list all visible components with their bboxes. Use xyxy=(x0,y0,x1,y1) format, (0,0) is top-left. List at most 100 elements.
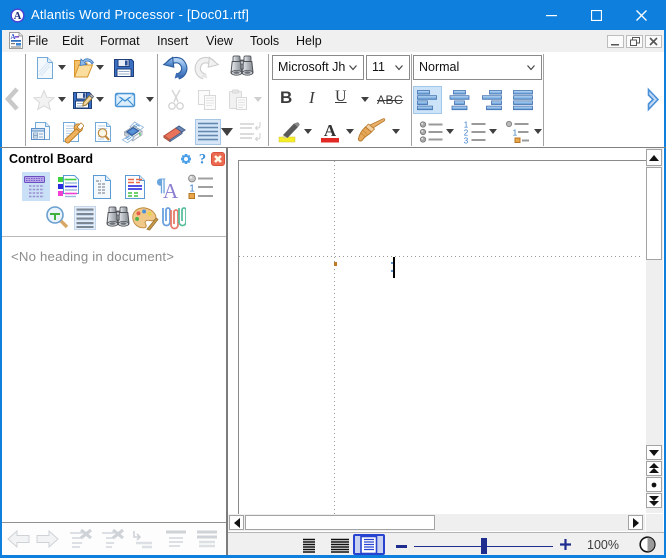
align-left-button[interactable] xyxy=(413,86,442,114)
bullets-button[interactable] xyxy=(419,120,445,144)
underline-dropdown[interactable] xyxy=(361,97,369,102)
chevron-down-icon xyxy=(527,64,535,72)
close-panel-icon[interactable] xyxy=(211,152,225,166)
toolbar-scroll-right-icon[interactable] xyxy=(645,87,662,112)
menu-tools[interactable]: Tools xyxy=(250,30,279,52)
paste-dropdown[interactable] xyxy=(254,97,262,102)
align-center-button[interactable] xyxy=(449,88,470,112)
multilevel-list-dropdown[interactable] xyxy=(534,129,542,134)
help-icon[interactable]: ? xyxy=(197,151,208,166)
panel-splitter[interactable] xyxy=(226,148,228,555)
strikethrough-button[interactable]: ABC xyxy=(377,93,403,107)
zoom-slider-thumb[interactable] xyxy=(481,538,487,554)
svg-text:A: A xyxy=(163,179,179,200)
gear-icon[interactable] xyxy=(179,152,193,166)
font-size-combobox[interactable]: 11 xyxy=(366,55,410,80)
save-special-button[interactable] xyxy=(71,88,95,112)
control-board-tab-list-topics[interactable]: 1 xyxy=(187,172,215,201)
control-board-tab-paragraphs[interactable] xyxy=(71,203,99,232)
menu-format[interactable]: Format xyxy=(100,30,140,52)
delete-subheadings-button xyxy=(100,527,126,551)
horizontal-scrollbar[interactable] xyxy=(228,514,645,531)
close-button[interactable] xyxy=(624,0,658,30)
send-mail-button[interactable] xyxy=(113,88,137,112)
control-board-tab-styles[interactable] xyxy=(121,172,149,201)
menu-help[interactable]: Help xyxy=(296,30,322,52)
align-justify-button[interactable] xyxy=(513,88,534,112)
minimize-button[interactable] xyxy=(534,0,568,30)
font-color-dropdown[interactable] xyxy=(346,129,354,134)
maximize-button[interactable] xyxy=(579,0,613,30)
browse-object-button[interactable] xyxy=(646,477,662,492)
control-board-tab-palette[interactable] xyxy=(131,203,159,232)
find-button[interactable] xyxy=(229,55,255,79)
new-document-dropdown[interactable] xyxy=(58,65,66,70)
style-combobox[interactable]: Normal xyxy=(413,55,542,80)
control-board-tab-fields[interactable] xyxy=(88,172,116,201)
mdi-restore-button[interactable] xyxy=(626,35,643,48)
toolbar-scroll-left-icon[interactable] xyxy=(4,86,21,112)
multilevel-list-button[interactable]: 1 xyxy=(505,120,531,144)
format-painter-button[interactable] xyxy=(356,118,386,144)
vertical-scrollbar-thumb[interactable] xyxy=(646,167,662,260)
scroll-right-button[interactable] xyxy=(628,515,643,530)
document-area[interactable] xyxy=(228,148,646,514)
vertical-scrollbar[interactable] xyxy=(646,148,663,513)
align-right-button[interactable] xyxy=(481,88,502,112)
contrast-toggle-icon[interactable] xyxy=(639,536,656,553)
paragraph-format-button[interactable] xyxy=(195,119,221,145)
zoom-percentage[interactable]: 100% xyxy=(587,538,619,552)
send-mail-dropdown[interactable] xyxy=(146,97,154,102)
control-board-tab-clips[interactable] xyxy=(158,203,186,232)
new-document-button[interactable] xyxy=(33,56,57,80)
format-painter-dropdown[interactable] xyxy=(392,129,400,134)
open-dropdown[interactable] xyxy=(96,65,104,70)
underline-button[interactable]: U xyxy=(335,88,347,106)
previous-page-button[interactable] xyxy=(646,461,662,476)
cut-button xyxy=(164,88,188,112)
print-button[interactable] xyxy=(121,120,145,144)
control-board-tab-typography[interactable]: ¶A xyxy=(154,172,182,201)
document-tools-button[interactable] xyxy=(60,120,84,144)
next-page-button[interactable] xyxy=(646,493,662,508)
numbering-dropdown[interactable] xyxy=(489,129,497,134)
bold-button[interactable]: B xyxy=(280,88,292,108)
font-name-combobox[interactable]: Microsoft Jh xyxy=(272,55,364,80)
italic-button[interactable]: I xyxy=(309,88,315,108)
highlight-dropdown[interactable] xyxy=(304,129,312,134)
font-color-button[interactable]: A xyxy=(318,120,344,144)
save-button[interactable] xyxy=(112,56,136,80)
save-special-dropdown[interactable] xyxy=(96,97,104,102)
menu-insert[interactable]: Insert xyxy=(157,30,188,52)
online-view-button[interactable] xyxy=(330,538,351,554)
control-board-tab-headings[interactable] xyxy=(22,172,50,201)
horizontal-scrollbar-thumb[interactable] xyxy=(245,515,435,530)
zoom-out-button[interactable] xyxy=(396,545,407,548)
control-board-tab-sections[interactable] xyxy=(55,172,83,201)
draft-view-button[interactable] xyxy=(302,538,317,554)
mdi-close-button[interactable] xyxy=(645,35,662,48)
undo-button[interactable] xyxy=(162,55,188,81)
document-form-button[interactable] xyxy=(29,120,53,144)
mdi-minimize-button[interactable] xyxy=(607,35,624,48)
menu-view[interactable]: View xyxy=(206,30,233,52)
open-button[interactable] xyxy=(71,56,95,80)
highlight-button[interactable] xyxy=(277,120,303,144)
print-preview-button[interactable] xyxy=(91,120,115,144)
menu-edit[interactable]: Edit xyxy=(62,30,84,52)
bullets-dropdown[interactable] xyxy=(446,129,454,134)
application-window: A Atlantis Word Processor - [Doc01.rtf] … xyxy=(0,0,666,558)
page-layout-view-button[interactable] xyxy=(353,534,385,555)
numbering-button[interactable]: 123 xyxy=(462,120,488,144)
favorites-dropdown[interactable] xyxy=(58,97,66,102)
paragraph-format-dropdown[interactable] xyxy=(221,128,233,136)
scroll-left-button[interactable] xyxy=(229,515,244,530)
scroll-down-button[interactable] xyxy=(646,445,662,460)
menu-file[interactable]: File xyxy=(28,30,48,52)
zoom-in-button[interactable] xyxy=(559,535,572,553)
control-board-tab-search[interactable] xyxy=(104,203,132,232)
erase-button[interactable] xyxy=(162,120,188,142)
page-top-border xyxy=(238,160,646,161)
control-board-tab-zoom-view[interactable] xyxy=(44,203,72,232)
scroll-up-button[interactable] xyxy=(646,149,662,166)
